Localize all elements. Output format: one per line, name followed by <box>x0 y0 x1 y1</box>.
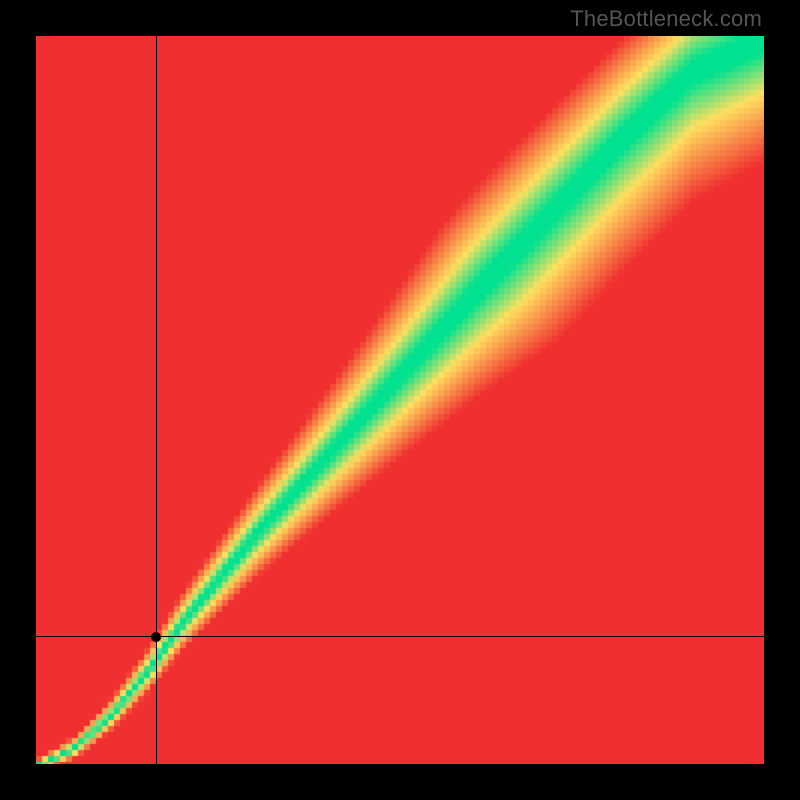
plot-area <box>36 36 764 764</box>
watermark-text: TheBottleneck.com <box>570 6 762 32</box>
heatmap-canvas <box>36 36 764 764</box>
chart-container: TheBottleneck.com <box>0 0 800 800</box>
